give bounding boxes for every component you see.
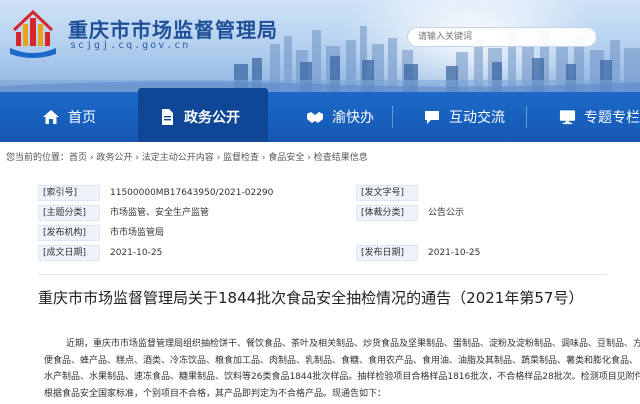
breadcrumb-item-food-safety[interactable]: 食品安全 <box>268 153 304 163</box>
breadcrumb-prefix: 您当前的位置： <box>6 153 70 163</box>
meta-row-issuer: [发布机构] 市市场监管局 <box>38 223 606 243</box>
meta-divider <box>38 274 606 275</box>
issuer-value: 市市场监管局 <box>110 228 165 238</box>
site-header: 重庆市市场监督管理局 scjgj.cq.gov.cn <box>0 0 640 92</box>
nav-item-label: 专题专栏 <box>584 110 640 126</box>
category-value: 市场监管、安全生产监管 <box>110 208 210 218</box>
breadcrumb-item-results[interactable]: 检查结果信息 <box>314 153 368 163</box>
category-label: [主题分类] <box>38 205 100 221</box>
published-date-value: 2021-10-25 <box>428 248 481 258</box>
article-paragraph-line: 根据食品安全国家标准，个别项目不合格，其产品即判定为不合格产品。现通告如下： <box>44 388 387 399</box>
nav-item-gov-affairs[interactable]: 政务公开 <box>138 88 268 142</box>
meta-row-category: [主题分类] 市场监管、安全生产监管 [体裁分类] 公告公示 <box>38 203 606 223</box>
article-paragraph-line: 水产制品、水果制品、速冻食品、糖果制品、饮料等26类食品1844批次样品。抽样检… <box>44 372 640 382</box>
breadcrumb-item-home[interactable]: 首页 <box>69 153 87 163</box>
doc-no-label: [发文字号] <box>356 185 418 201</box>
meta-row-index: [索引号] 11500000MB17643950/2021-02290 [发文字… <box>38 183 606 203</box>
document-icon <box>162 109 173 125</box>
breadcrumb-separator: › <box>259 153 269 163</box>
article-paragraph-line: 便食品、蜂产品、糕点、酒类、冷冻饮品、粮食加工品、肉制品、乳制品、食糖、食用农产… <box>44 355 639 366</box>
nav-item-interaction[interactable]: 互动交流 <box>393 92 526 142</box>
breadcrumb-item-inspection[interactable]: 监督检查 <box>223 153 259 163</box>
nav-item-home[interactable]: 首页 <box>0 92 138 142</box>
breadcrumb-separator: › <box>213 153 224 163</box>
created-date-value: 2021-10-25 <box>110 248 163 258</box>
nav-item-label: 政务公开 <box>184 110 240 126</box>
nav-item-yukuaiban[interactable]: 渝快办 <box>268 92 392 142</box>
breadcrumb-separator: › <box>87 153 97 163</box>
monitor-icon <box>559 110 576 125</box>
nav-item-label: 互动交流 <box>449 110 505 126</box>
site-logo-icon <box>10 9 56 58</box>
handshake-icon <box>307 112 323 123</box>
meta-row-dates: [成文日期] 2021-10-25 [发布日期] 2021-10-25 <box>38 243 606 263</box>
issuer-label: [发布机构] <box>38 225 100 241</box>
home-icon <box>43 110 59 124</box>
article-paragraph-line: 近期，重庆市市场监督管理局组织抽检饼干、餐饮食品、茶叶及相关制品、炒货食品及坚果… <box>66 339 640 349</box>
search-input[interactable] <box>407 27 597 47</box>
article-body: 近期，重庆市市场监督管理局组织抽检饼干、餐饮食品、茶叶及相关制品、炒货食品及坚果… <box>14 336 640 402</box>
breadcrumb-separator: › <box>304 153 314 163</box>
index-no-label: [索引号] <box>38 185 100 201</box>
document-meta-table: [索引号] 11500000MB17643950/2021-02290 [发文字… <box>38 183 606 265</box>
genre-value: 公告公示 <box>428 208 465 218</box>
nav-item-special[interactable]: 专题专栏 <box>527 92 640 142</box>
breadcrumb-item-gov-affairs[interactable]: 政务公开 <box>96 153 132 163</box>
breadcrumb-item-statutory[interactable]: 法定主动公开内容 <box>142 153 214 163</box>
breadcrumb: 您当前的位置：首页 › 政务公开 › 法定主动公开内容 › 监督检查 › 食品安… <box>6 150 368 163</box>
nav-item-label: 渝快办 <box>332 110 374 126</box>
article-title: 重庆市市场监督管理局关于1844批次食品安全抽检情况的通告（2021年第57号） <box>38 289 584 307</box>
main-nav: 首页 政务公开 渝快办 互动交流 专题专栏 <box>0 88 640 142</box>
published-date-label: [发布日期] <box>356 245 418 261</box>
created-date-label: [成文日期] <box>38 245 100 261</box>
chat-icon <box>425 111 439 124</box>
nav-item-label: 首页 <box>68 110 96 126</box>
genre-label: [体裁分类] <box>356 205 418 221</box>
breadcrumb-separator: › <box>132 153 142 163</box>
site-domain: scjgj.cq.gov.cn <box>70 40 191 51</box>
site-title: 重庆市市场监督管理局 <box>68 18 278 42</box>
index-no-value: 11500000MB17643950/2021-02290 <box>110 188 274 198</box>
